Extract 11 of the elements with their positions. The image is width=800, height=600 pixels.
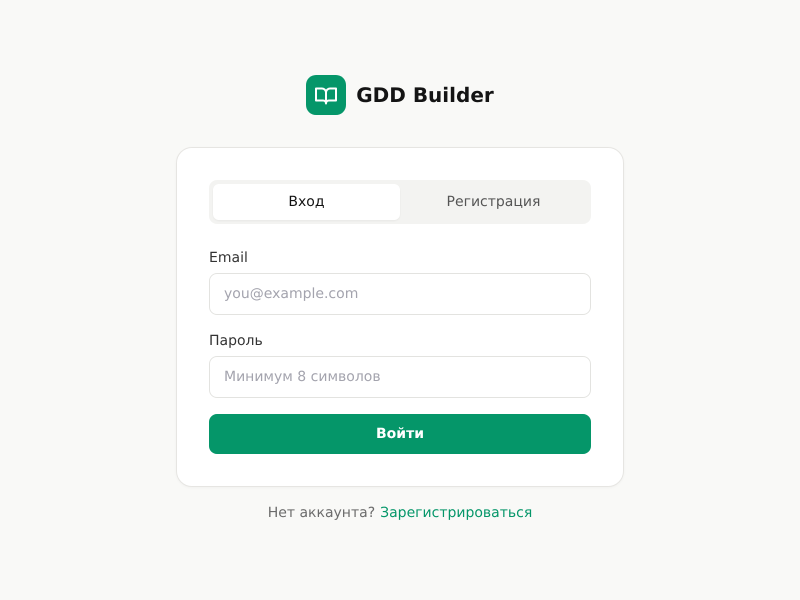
login-button[interactable]: Войти — [209, 414, 591, 454]
tab[interactable]: Вход — [213, 184, 400, 220]
input-field[interactable]: Минимум 8 символов — [209, 356, 591, 398]
tab[interactable]: Регистрация — [400, 184, 587, 220]
input-field[interactable]: you@example.com — [209, 273, 591, 315]
field-label: Пароль — [209, 332, 263, 351]
register-link[interactable]: Зарегистрироваться — [380, 503, 532, 523]
footer-text: Нет аккаунта? — [268, 504, 376, 523]
app-title: GDD Builder — [356, 83, 494, 107]
field-label: Email — [209, 249, 248, 268]
book-logo-icon — [306, 75, 346, 115]
